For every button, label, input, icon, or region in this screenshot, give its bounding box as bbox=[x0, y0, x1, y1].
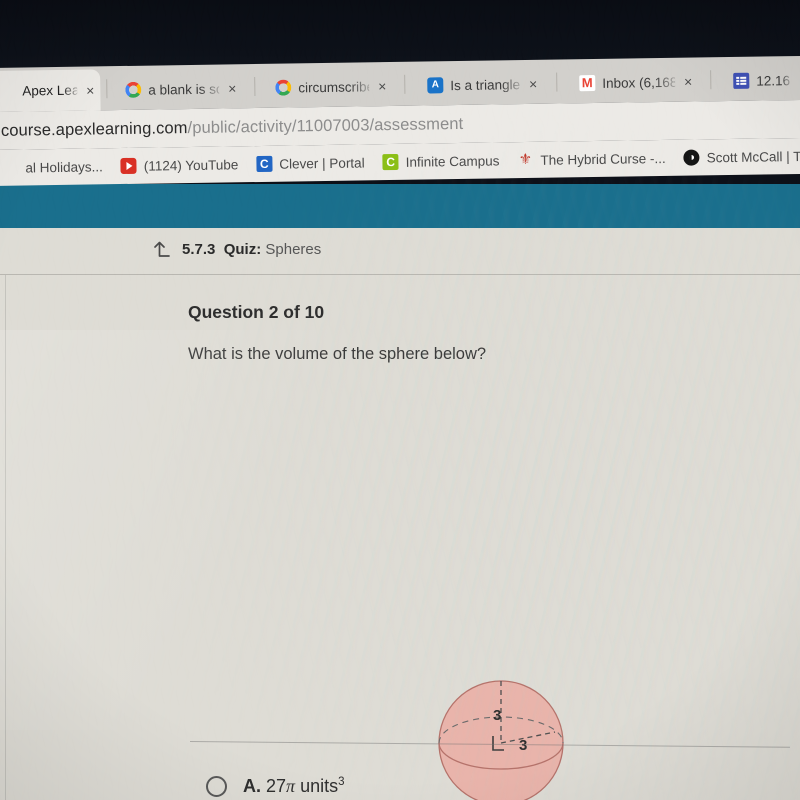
quiz-topic: Spheres bbox=[265, 241, 322, 258]
option-value: 27 bbox=[266, 776, 287, 796]
apex-icon bbox=[0, 83, 15, 99]
browser-tab-inbox[interactable]: M Inbox (6,168 × bbox=[568, 61, 699, 103]
quiz-content: Question 2 of 10 What is the volume of t… bbox=[0, 275, 800, 800]
browser-chrome: Apex Learnin × a blank is so × circumscr… bbox=[0, 55, 800, 188]
url-path: /public/activity/11007003/assessment bbox=[187, 114, 464, 137]
youtube-icon bbox=[120, 157, 137, 175]
option-unit: units bbox=[295, 776, 339, 796]
option-label-a: A. 27π units3 bbox=[243, 776, 345, 797]
tab-title: Is a triangle bbox=[450, 76, 521, 93]
bookmark-youtube[interactable]: (1124) YouTube bbox=[112, 156, 248, 175]
tab-separator bbox=[556, 72, 558, 92]
url-host: course.apexlearning.com bbox=[0, 118, 188, 140]
infinite-campus-icon: C bbox=[382, 153, 399, 171]
fleur-de-lis-icon: ⚜ bbox=[518, 150, 533, 169]
bookmark-label: Clever | Portal bbox=[279, 154, 365, 172]
back-arrow-icon[interactable] bbox=[152, 241, 172, 261]
generic-bookmark-icon bbox=[2, 160, 18, 176]
browser-tab-apex-learning[interactable]: Apex Learnin × bbox=[0, 69, 101, 112]
tab-separator bbox=[254, 77, 256, 97]
close-icon[interactable]: × bbox=[86, 82, 94, 98]
vertical-radius-label: 3 bbox=[493, 707, 501, 724]
option-exponent: 3 bbox=[338, 776, 345, 788]
tab-title: Apex Learnin bbox=[22, 82, 78, 99]
bookmark-label: The Hybrid Curse -... bbox=[540, 150, 666, 168]
radio-button-a[interactable] bbox=[206, 776, 227, 797]
quiz-kind: Quiz: bbox=[223, 241, 262, 258]
google-icon bbox=[275, 79, 292, 96]
close-icon[interactable]: × bbox=[378, 78, 386, 94]
bookmark-infinite-campus[interactable]: C Infinite Campus bbox=[374, 152, 509, 171]
bookmark-label: (1124) YouTube bbox=[143, 156, 239, 174]
tab-title: Inbox (6,168 bbox=[602, 74, 676, 91]
screenshot-root: Apex Learnin × a blank is so × circumscr… bbox=[0, 0, 800, 800]
quiz-header: 5.7.3 Quiz: Spheres bbox=[0, 228, 800, 275]
close-icon[interactable]: × bbox=[684, 74, 692, 90]
close-icon[interactable]: × bbox=[228, 80, 236, 96]
bookmark-scott-mccall[interactable]: ◑ Scott McCall | Te bbox=[675, 148, 800, 166]
tab-title: 12.16 bbox=[756, 72, 791, 89]
bookmark-al-holidays[interactable]: al Holidays... bbox=[0, 158, 112, 176]
scott-mccall-icon: ◑ bbox=[683, 149, 700, 166]
browser-tab-12-16[interactable]: 12.16 bbox=[722, 60, 800, 101]
bookmark-label: Infinite Campus bbox=[405, 152, 500, 170]
bookmark-label: Scott McCall | Te bbox=[706, 148, 800, 165]
bookmark-label: al Holidays... bbox=[25, 158, 103, 175]
bookmark-the-hybrid-curse[interactable]: ⚜ The Hybrid Curse -... bbox=[508, 150, 675, 168]
browser-tab-is-a-triangle[interactable]: A Is a triangle × bbox=[416, 64, 545, 106]
tab-separator bbox=[404, 74, 406, 94]
quiz-title: 5.7.3 Quiz: Spheres bbox=[182, 241, 321, 258]
question-counter: Question 2 of 10 bbox=[188, 302, 325, 322]
blue-app-icon: A bbox=[427, 77, 444, 94]
tab-title: circumscribe bbox=[298, 78, 370, 95]
gmail-icon: M bbox=[579, 74, 596, 92]
answer-option-a[interactable]: A. 27π units3 bbox=[0, 763, 800, 800]
quiz-number: 5.7.3 bbox=[182, 241, 216, 258]
content-left-rule bbox=[5, 275, 6, 800]
horizontal-radius-label: 3 bbox=[519, 737, 527, 754]
tab-title: a blank is so bbox=[148, 81, 220, 98]
browser-tab-circumscribe[interactable]: circumscribe × bbox=[264, 66, 393, 108]
browser-tab-a-blank-is-so[interactable]: a blank is so × bbox=[114, 68, 243, 110]
question-text: What is the volume of the sphere below? bbox=[188, 345, 487, 363]
bookmark-clever-portal[interactable]: C Clever | Portal bbox=[247, 154, 374, 173]
site-header-banner bbox=[0, 184, 800, 228]
google-icon bbox=[125, 81, 142, 98]
pi-symbol: π bbox=[286, 776, 296, 796]
option-letter: A. bbox=[243, 776, 261, 796]
docs-icon bbox=[733, 72, 750, 89]
clever-icon: C bbox=[256, 155, 273, 173]
url-text: course.apexlearning.com/public/activity/… bbox=[1, 114, 464, 140]
close-icon[interactable]: × bbox=[529, 76, 537, 92]
answer-options: A. 27π units3 B. 81π units3 C. 12π u bbox=[0, 763, 800, 800]
tab-separator bbox=[710, 70, 712, 90]
apex-learning-page: 5.7.3 Quiz: Spheres Question 2 of 10 Wha… bbox=[0, 184, 800, 800]
tab-separator bbox=[106, 79, 108, 99]
